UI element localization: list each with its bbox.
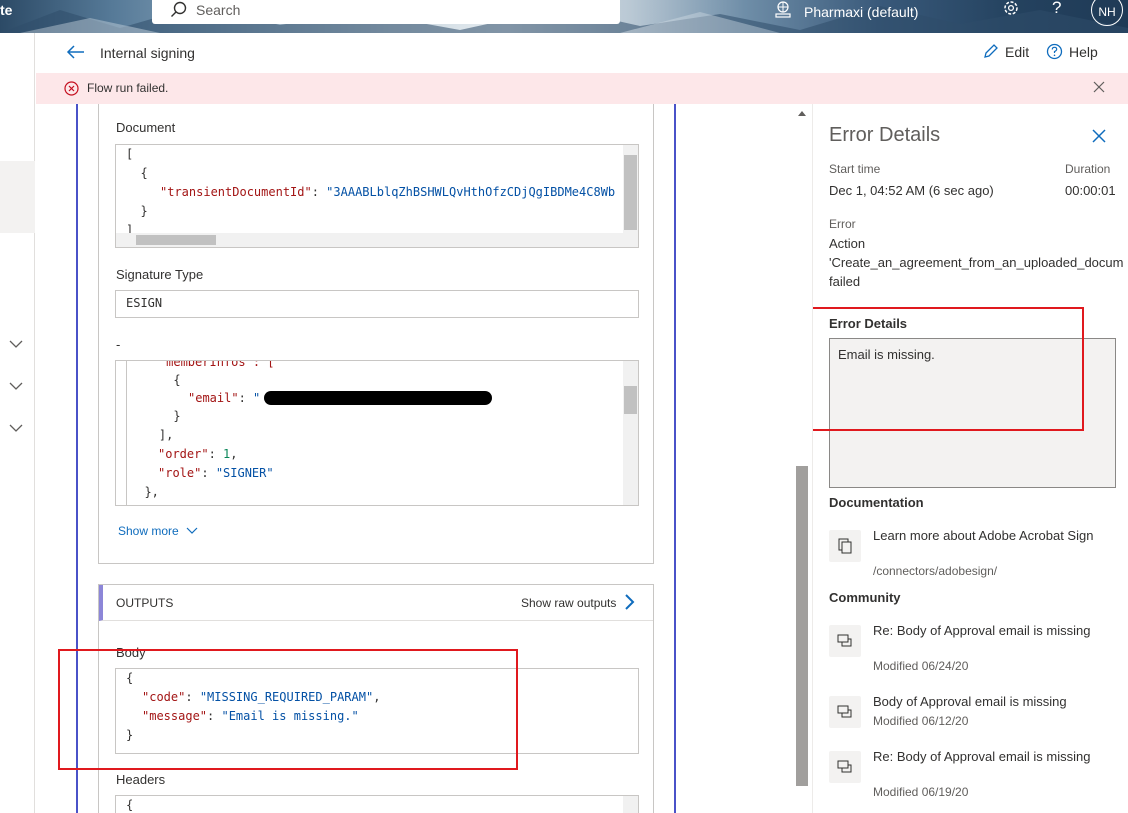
show-more-link[interactable]: Show more [118, 524, 198, 538]
redacted-email-block [264, 391, 492, 405]
error-message: Action 'Create_an_agreement_from_an_uplo… [829, 236, 1124, 289]
code-line: "role": "SIGNER" [158, 466, 274, 480]
app-name-fragment: te [0, 2, 13, 18]
flow-title: Internal signing [100, 45, 195, 61]
panel-title: Error Details [829, 124, 941, 146]
signature-type-field[interactable]: ESIGN [115, 290, 639, 318]
help-label: Help [1069, 44, 1098, 60]
community-item[interactable]: Re: Body of Approval email is missing Mo… [829, 749, 1119, 801]
top-header: te Search Pharmaxi (default) ? NH [0, 0, 1128, 33]
documentation-heading: Documentation [829, 495, 924, 510]
code-line: }, [130, 485, 159, 499]
command-bar: Internal signing Edit Help [36, 33, 1128, 73]
banner-message: Flow run failed. [87, 81, 169, 95]
search-box[interactable]: Search [152, 0, 620, 24]
help-icon[interactable]: ? [1052, 0, 1061, 18]
community-title: Body of Approval email is missing [873, 694, 1067, 709]
headers-label: Headers [116, 772, 166, 787]
doc-link-title: Learn more about Adobe Acrobat Sign [873, 528, 1094, 543]
environment-icon [775, 1, 791, 18]
vertical-scrollbar[interactable] [623, 145, 638, 233]
headers-code-box[interactable]: { [115, 795, 639, 813]
error-banner: Flow run failed. [36, 73, 1128, 104]
chat-icon [829, 625, 861, 657]
pencil-icon [984, 44, 998, 58]
code-line: ], [130, 428, 174, 442]
question-circle-icon [1046, 43, 1063, 60]
community-item[interactable]: Body of Approval email is missing Modifi… [829, 694, 1119, 736]
start-time-label: Start time [829, 162, 881, 176]
chevron-down-icon[interactable] [8, 339, 24, 349]
scrollbar-thumb[interactable] [796, 466, 808, 786]
code-line: { [126, 166, 148, 180]
code-line: { [130, 373, 181, 387]
environment-name[interactable]: Pharmaxi (default) [804, 4, 918, 20]
chat-icon [829, 696, 861, 728]
community-title: Re: Body of Approval email is missing [873, 623, 1091, 638]
code-line: { [126, 798, 134, 812]
close-icon[interactable] [1093, 81, 1105, 93]
close-icon[interactable] [1092, 129, 1106, 143]
outputs-header: OUTPUTS Show raw outputs [99, 585, 653, 621]
community-item[interactable]: Re: Body of Approval email is missing Mo… [829, 623, 1119, 675]
code-line: [ [126, 147, 134, 161]
show-raw-outputs-link[interactable]: Show raw outputs [521, 596, 616, 610]
error-circle-icon [64, 81, 79, 96]
duration-value: 00:00:01 [1065, 183, 1116, 198]
code-line: } [130, 409, 181, 423]
canvas-scrollbar[interactable] [794, 104, 810, 813]
community-modified: Modified 06/12/20 [873, 714, 969, 728]
code-line: "memberInfos": [ [130, 360, 275, 369]
signature-type-label: Signature Type [116, 267, 204, 282]
search-icon [171, 1, 187, 17]
document-icon [829, 530, 861, 562]
vertical-scrollbar[interactable] [623, 361, 638, 505]
chevron-down-icon[interactable] [8, 423, 24, 433]
doc-link-path: /connectors/adobesign/ [873, 564, 998, 578]
annotation-box [58, 649, 518, 770]
community-modified: Modified 06/24/20 [873, 659, 969, 673]
annotation-box [813, 307, 1084, 431]
code-line: "order": 1, [158, 447, 238, 461]
vertical-scrollbar[interactable] [623, 796, 638, 813]
left-nav-rail [0, 33, 35, 813]
document-label: Document [116, 120, 176, 135]
community-heading: Community [829, 590, 901, 605]
error-details-panel: Error Details Start time Dec 1, 04:52 AM… [812, 104, 1128, 813]
document-code-box[interactable]: [ { "transientDocumentId": "3AAABLblqZhB… [115, 144, 639, 248]
duration-label: Duration [1065, 162, 1111, 176]
participants-code-box[interactable]: "memberInfos": [ { "email": " } ], "orde… [115, 360, 639, 506]
chevron-down-icon [186, 527, 198, 534]
code-line: "transientDocumentId": "3AAABLblqZhBSHWL… [160, 185, 616, 199]
chevron-down-icon[interactable] [8, 381, 24, 391]
code-line: "email": " [188, 391, 261, 405]
start-time-value: Dec 1, 04:52 AM (6 sec ago) [829, 183, 994, 198]
documentation-link[interactable]: Learn more about Adobe Acrobat Sign /con… [829, 528, 1119, 580]
chevron-right-icon[interactable] [623, 593, 635, 611]
scroll-up-arrow-icon[interactable] [794, 108, 810, 118]
edit-label: Edit [1005, 44, 1030, 60]
back-arrow-icon[interactable] [66, 44, 86, 60]
error-label: Error [829, 217, 856, 231]
community-title: Re: Body of Approval email is missing [873, 749, 1091, 764]
participants-label: - [116, 337, 121, 352]
code-line: } [126, 204, 148, 218]
search-placeholder: Search [196, 2, 241, 18]
community-modified: Modified 06/19/20 [873, 785, 969, 799]
help-button[interactable]: Help [1046, 43, 1098, 60]
chat-icon [829, 751, 861, 783]
rail-selected-item[interactable] [0, 161, 35, 233]
outputs-title: OUTPUTS [116, 596, 174, 610]
horizontal-scrollbar[interactable] [116, 233, 638, 247]
gear-icon[interactable] [1000, 0, 1022, 18]
edit-button[interactable]: Edit [982, 43, 1029, 60]
run-canvas: Document [ { "transientDocumentId": "3AA… [36, 104, 810, 813]
